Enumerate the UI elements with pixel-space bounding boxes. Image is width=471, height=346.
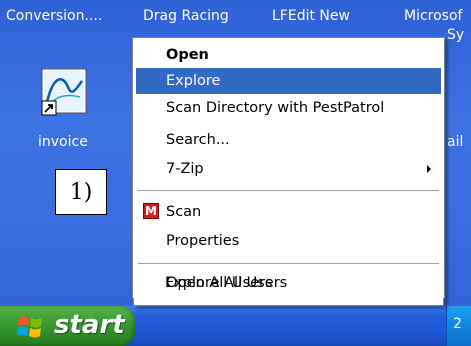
system-tray[interactable]: 2: [446, 306, 471, 346]
menu-item-open-label: Open: [166, 47, 209, 63]
annotation-text: 1): [69, 179, 93, 205]
desktop-item-right-partial-label[interactable]: ail: [447, 134, 463, 150]
menu-item-explore-all-users[interactable]: Explore All Users: [135, 270, 440, 296]
desktop-item-conversion[interactable]: Conversion....: [6, 7, 102, 25]
invoice-shortcut-icon[interactable]: [40, 67, 98, 125]
menu-item-explore[interactable]: Explore: [136, 68, 441, 94]
desktop-item-lfedit-new[interactable]: LFEdit New: [272, 7, 350, 25]
menu-item-scan-pestpatrol-label: Scan Directory with PestPatrol: [166, 100, 385, 116]
menu-item-7zip-label: 7-Zip: [166, 161, 204, 177]
desktop-item-microsoft[interactable]: Microsof: [404, 7, 462, 25]
menu-item-scan-pestpatrol[interactable]: Scan Directory with PestPatrol: [136, 95, 441, 121]
desktop-item-microsoft-line2: Sy: [447, 27, 465, 43]
menu-item-search[interactable]: Search...: [136, 127, 441, 153]
menu-item-properties-label: Properties: [166, 233, 240, 249]
desktop-item-drag-racing[interactable]: Drag Racing: [143, 7, 229, 25]
menu-item-scan[interactable]: M Scan: [136, 199, 441, 225]
invoice-label[interactable]: invoice: [38, 134, 88, 150]
windows-logo-icon: [17, 316, 42, 338]
menu-item-explore-all-users-label: Explore All Users: [165, 275, 288, 291]
menu-separator: [138, 263, 439, 264]
menu-item-explore-label: Explore: [166, 73, 221, 89]
context-menu: Open Explore Scan Directory with PestPat…: [132, 37, 445, 299]
start-button[interactable]: start: [0, 306, 135, 346]
menu-item-open[interactable]: Open: [136, 42, 441, 68]
menu-item-properties[interactable]: Properties: [136, 228, 441, 254]
tray-clock-partial: 2: [453, 316, 462, 332]
annotation-label: 1): [55, 169, 107, 215]
menu-item-search-label: Search...: [166, 132, 230, 148]
menu-item-7zip[interactable]: 7-Zip: [136, 156, 441, 182]
menu-separator: [138, 190, 439, 191]
start-label: start: [54, 310, 125, 340]
submenu-arrow-icon: [427, 165, 431, 173]
menu-item-scan-label: Scan: [166, 204, 202, 220]
context-menu-bottom: [133, 298, 444, 306]
mcafee-icon: M: [143, 203, 159, 219]
